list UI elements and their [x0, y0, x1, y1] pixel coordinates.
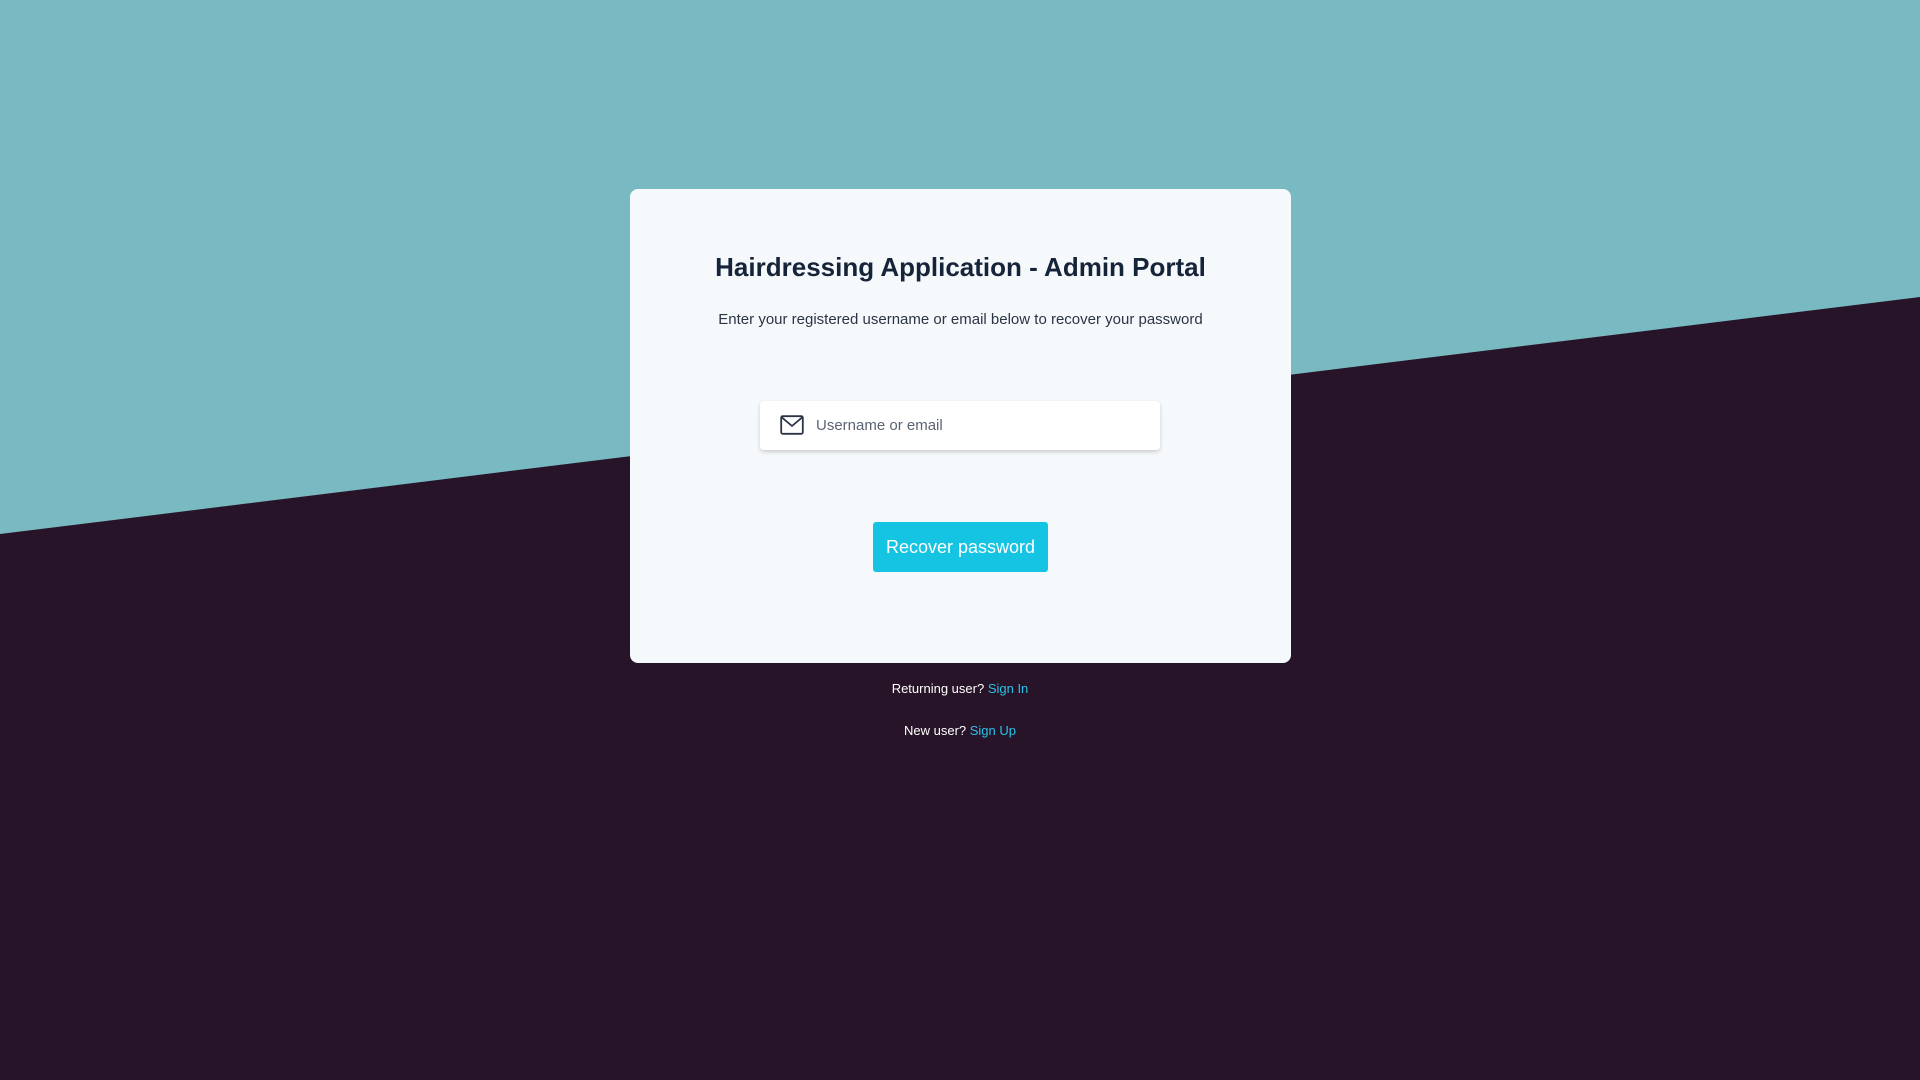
new-user-row: New user? Sign Up	[0, 723, 1920, 738]
username-or-email-input[interactable]	[816, 401, 1146, 450]
recover-password-button[interactable]: Recover password	[873, 522, 1048, 572]
new-user-prompt: New user?	[903, 723, 967, 738]
password-recovery-card: Hairdressing Application - Admin Portal …	[630, 189, 1291, 663]
returning-user-row: Returning user? Sign In	[0, 681, 1920, 696]
sign-up-link[interactable]: Sign Up	[970, 723, 1016, 738]
mail-icon	[780, 415, 804, 435]
username-field-wrapper[interactable]	[760, 401, 1160, 450]
sign-in-link[interactable]: Sign In	[988, 681, 1028, 696]
page-title: Hairdressing Application - Admin Portal	[715, 252, 1206, 282]
recovery-instructions: Enter your registered username or email …	[718, 311, 1203, 328]
returning-user-prompt: Returning user?	[891, 681, 985, 696]
